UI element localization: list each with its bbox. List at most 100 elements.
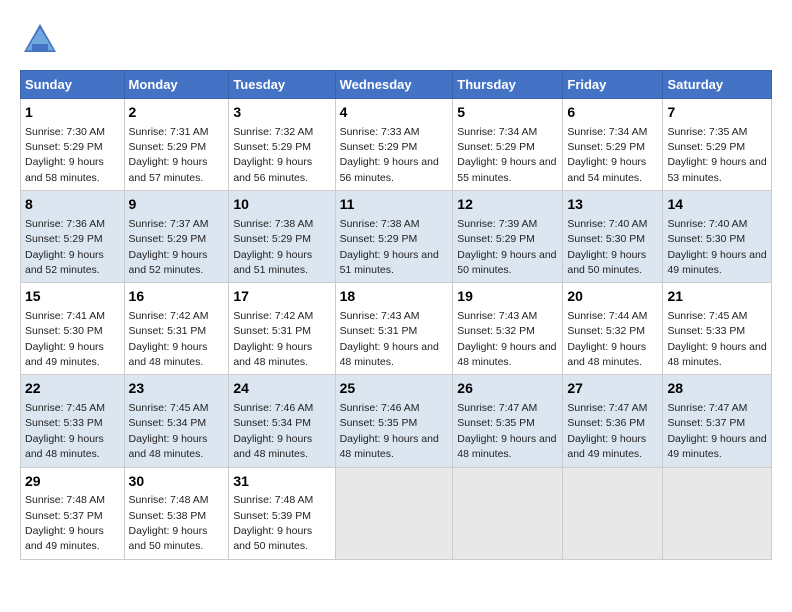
- day-info: Sunrise: 7:39 AMSunset: 5:29 PMDaylight:…: [457, 218, 556, 276]
- week-row-2: 8 Sunrise: 7:36 AMSunset: 5:29 PMDayligh…: [21, 191, 772, 283]
- day-number: 24: [233, 379, 330, 399]
- day-cell: 24 Sunrise: 7:46 AMSunset: 5:34 PMDaylig…: [229, 375, 335, 467]
- day-cell: 8 Sunrise: 7:36 AMSunset: 5:29 PMDayligh…: [21, 191, 125, 283]
- week-row-1: 1 Sunrise: 7:30 AMSunset: 5:29 PMDayligh…: [21, 99, 772, 191]
- day-cell: 1 Sunrise: 7:30 AMSunset: 5:29 PMDayligh…: [21, 99, 125, 191]
- header-cell-tuesday: Tuesday: [229, 71, 335, 99]
- day-info: Sunrise: 7:34 AMSunset: 5:29 PMDaylight:…: [457, 126, 556, 184]
- day-cell: 6 Sunrise: 7:34 AMSunset: 5:29 PMDayligh…: [563, 99, 663, 191]
- day-number: 1: [25, 103, 120, 123]
- day-info: Sunrise: 7:43 AMSunset: 5:32 PMDaylight:…: [457, 310, 556, 368]
- day-cell: 26 Sunrise: 7:47 AMSunset: 5:35 PMDaylig…: [453, 375, 563, 467]
- header-cell-friday: Friday: [563, 71, 663, 99]
- day-info: Sunrise: 7:42 AMSunset: 5:31 PMDaylight:…: [233, 310, 313, 368]
- day-info: Sunrise: 7:46 AMSunset: 5:35 PMDaylight:…: [340, 402, 439, 460]
- day-info: Sunrise: 7:40 AMSunset: 5:30 PMDaylight:…: [567, 218, 647, 276]
- day-cell: 16 Sunrise: 7:42 AMSunset: 5:31 PMDaylig…: [124, 283, 229, 375]
- day-cell: [335, 467, 453, 559]
- week-row-5: 29 Sunrise: 7:48 AMSunset: 5:37 PMDaylig…: [21, 467, 772, 559]
- day-cell: 5 Sunrise: 7:34 AMSunset: 5:29 PMDayligh…: [453, 99, 563, 191]
- day-number: 13: [567, 195, 658, 215]
- header-cell-wednesday: Wednesday: [335, 71, 453, 99]
- day-number: 10: [233, 195, 330, 215]
- day-number: 25: [340, 379, 449, 399]
- day-cell: 2 Sunrise: 7:31 AMSunset: 5:29 PMDayligh…: [124, 99, 229, 191]
- day-info: Sunrise: 7:41 AMSunset: 5:30 PMDaylight:…: [25, 310, 105, 368]
- day-number: 19: [457, 287, 558, 307]
- day-cell: 18 Sunrise: 7:43 AMSunset: 5:31 PMDaylig…: [335, 283, 453, 375]
- day-info: Sunrise: 7:31 AMSunset: 5:29 PMDaylight:…: [129, 126, 209, 184]
- day-number: 15: [25, 287, 120, 307]
- header-row: SundayMondayTuesdayWednesdayThursdayFrid…: [21, 71, 772, 99]
- day-info: Sunrise: 7:47 AMSunset: 5:35 PMDaylight:…: [457, 402, 556, 460]
- day-number: 31: [233, 472, 330, 492]
- day-number: 17: [233, 287, 330, 307]
- day-number: 2: [129, 103, 225, 123]
- day-info: Sunrise: 7:48 AMSunset: 5:38 PMDaylight:…: [129, 494, 209, 552]
- day-info: Sunrise: 7:43 AMSunset: 5:31 PMDaylight:…: [340, 310, 439, 368]
- day-cell: 21 Sunrise: 7:45 AMSunset: 5:33 PMDaylig…: [663, 283, 772, 375]
- day-cell: 27 Sunrise: 7:47 AMSunset: 5:36 PMDaylig…: [563, 375, 663, 467]
- day-info: Sunrise: 7:36 AMSunset: 5:29 PMDaylight:…: [25, 218, 105, 276]
- header: [20, 20, 772, 60]
- day-cell: 20 Sunrise: 7:44 AMSunset: 5:32 PMDaylig…: [563, 283, 663, 375]
- day-number: 20: [567, 287, 658, 307]
- day-number: 5: [457, 103, 558, 123]
- day-number: 21: [667, 287, 767, 307]
- week-row-4: 22 Sunrise: 7:45 AMSunset: 5:33 PMDaylig…: [21, 375, 772, 467]
- day-number: 11: [340, 195, 449, 215]
- day-cell: [453, 467, 563, 559]
- day-number: 7: [667, 103, 767, 123]
- day-info: Sunrise: 7:32 AMSunset: 5:29 PMDaylight:…: [233, 126, 313, 184]
- day-cell: 29 Sunrise: 7:48 AMSunset: 5:37 PMDaylig…: [21, 467, 125, 559]
- day-cell: 7 Sunrise: 7:35 AMSunset: 5:29 PMDayligh…: [663, 99, 772, 191]
- day-cell: 19 Sunrise: 7:43 AMSunset: 5:32 PMDaylig…: [453, 283, 563, 375]
- day-info: Sunrise: 7:33 AMSunset: 5:29 PMDaylight:…: [340, 126, 439, 184]
- day-number: 12: [457, 195, 558, 215]
- day-cell: 13 Sunrise: 7:40 AMSunset: 5:30 PMDaylig…: [563, 191, 663, 283]
- day-cell: 30 Sunrise: 7:48 AMSunset: 5:38 PMDaylig…: [124, 467, 229, 559]
- day-cell: 14 Sunrise: 7:40 AMSunset: 5:30 PMDaylig…: [663, 191, 772, 283]
- day-info: Sunrise: 7:45 AMSunset: 5:33 PMDaylight:…: [667, 310, 766, 368]
- day-number: 14: [667, 195, 767, 215]
- day-info: Sunrise: 7:35 AMSunset: 5:29 PMDaylight:…: [667, 126, 766, 184]
- day-info: Sunrise: 7:38 AMSunset: 5:29 PMDaylight:…: [340, 218, 439, 276]
- day-cell: 11 Sunrise: 7:38 AMSunset: 5:29 PMDaylig…: [335, 191, 453, 283]
- day-info: Sunrise: 7:47 AMSunset: 5:37 PMDaylight:…: [667, 402, 766, 460]
- day-cell: 15 Sunrise: 7:41 AMSunset: 5:30 PMDaylig…: [21, 283, 125, 375]
- day-info: Sunrise: 7:45 AMSunset: 5:33 PMDaylight:…: [25, 402, 105, 460]
- day-number: 6: [567, 103, 658, 123]
- day-number: 26: [457, 379, 558, 399]
- day-cell: 31 Sunrise: 7:48 AMSunset: 5:39 PMDaylig…: [229, 467, 335, 559]
- day-number: 30: [129, 472, 225, 492]
- day-number: 29: [25, 472, 120, 492]
- day-info: Sunrise: 7:38 AMSunset: 5:29 PMDaylight:…: [233, 218, 313, 276]
- day-number: 22: [25, 379, 120, 399]
- day-info: Sunrise: 7:42 AMSunset: 5:31 PMDaylight:…: [129, 310, 209, 368]
- day-cell: 25 Sunrise: 7:46 AMSunset: 5:35 PMDaylig…: [335, 375, 453, 467]
- day-info: Sunrise: 7:34 AMSunset: 5:29 PMDaylight:…: [567, 126, 647, 184]
- header-cell-saturday: Saturday: [663, 71, 772, 99]
- day-cell: 23 Sunrise: 7:45 AMSunset: 5:34 PMDaylig…: [124, 375, 229, 467]
- logo: [20, 20, 65, 60]
- day-cell: 12 Sunrise: 7:39 AMSunset: 5:29 PMDaylig…: [453, 191, 563, 283]
- day-cell: 28 Sunrise: 7:47 AMSunset: 5:37 PMDaylig…: [663, 375, 772, 467]
- day-number: 27: [567, 379, 658, 399]
- header-cell-monday: Monday: [124, 71, 229, 99]
- day-number: 28: [667, 379, 767, 399]
- day-info: Sunrise: 7:48 AMSunset: 5:39 PMDaylight:…: [233, 494, 313, 552]
- day-cell: 17 Sunrise: 7:42 AMSunset: 5:31 PMDaylig…: [229, 283, 335, 375]
- day-info: Sunrise: 7:40 AMSunset: 5:30 PMDaylight:…: [667, 218, 766, 276]
- day-number: 18: [340, 287, 449, 307]
- day-cell: 22 Sunrise: 7:45 AMSunset: 5:33 PMDaylig…: [21, 375, 125, 467]
- calendar-table: SundayMondayTuesdayWednesdayThursdayFrid…: [20, 70, 772, 560]
- header-cell-thursday: Thursday: [453, 71, 563, 99]
- day-cell: 3 Sunrise: 7:32 AMSunset: 5:29 PMDayligh…: [229, 99, 335, 191]
- header-cell-sunday: Sunday: [21, 71, 125, 99]
- day-info: Sunrise: 7:30 AMSunset: 5:29 PMDaylight:…: [25, 126, 105, 184]
- week-row-3: 15 Sunrise: 7:41 AMSunset: 5:30 PMDaylig…: [21, 283, 772, 375]
- day-info: Sunrise: 7:48 AMSunset: 5:37 PMDaylight:…: [25, 494, 105, 552]
- day-number: 8: [25, 195, 120, 215]
- day-info: Sunrise: 7:45 AMSunset: 5:34 PMDaylight:…: [129, 402, 209, 460]
- day-cell: [663, 467, 772, 559]
